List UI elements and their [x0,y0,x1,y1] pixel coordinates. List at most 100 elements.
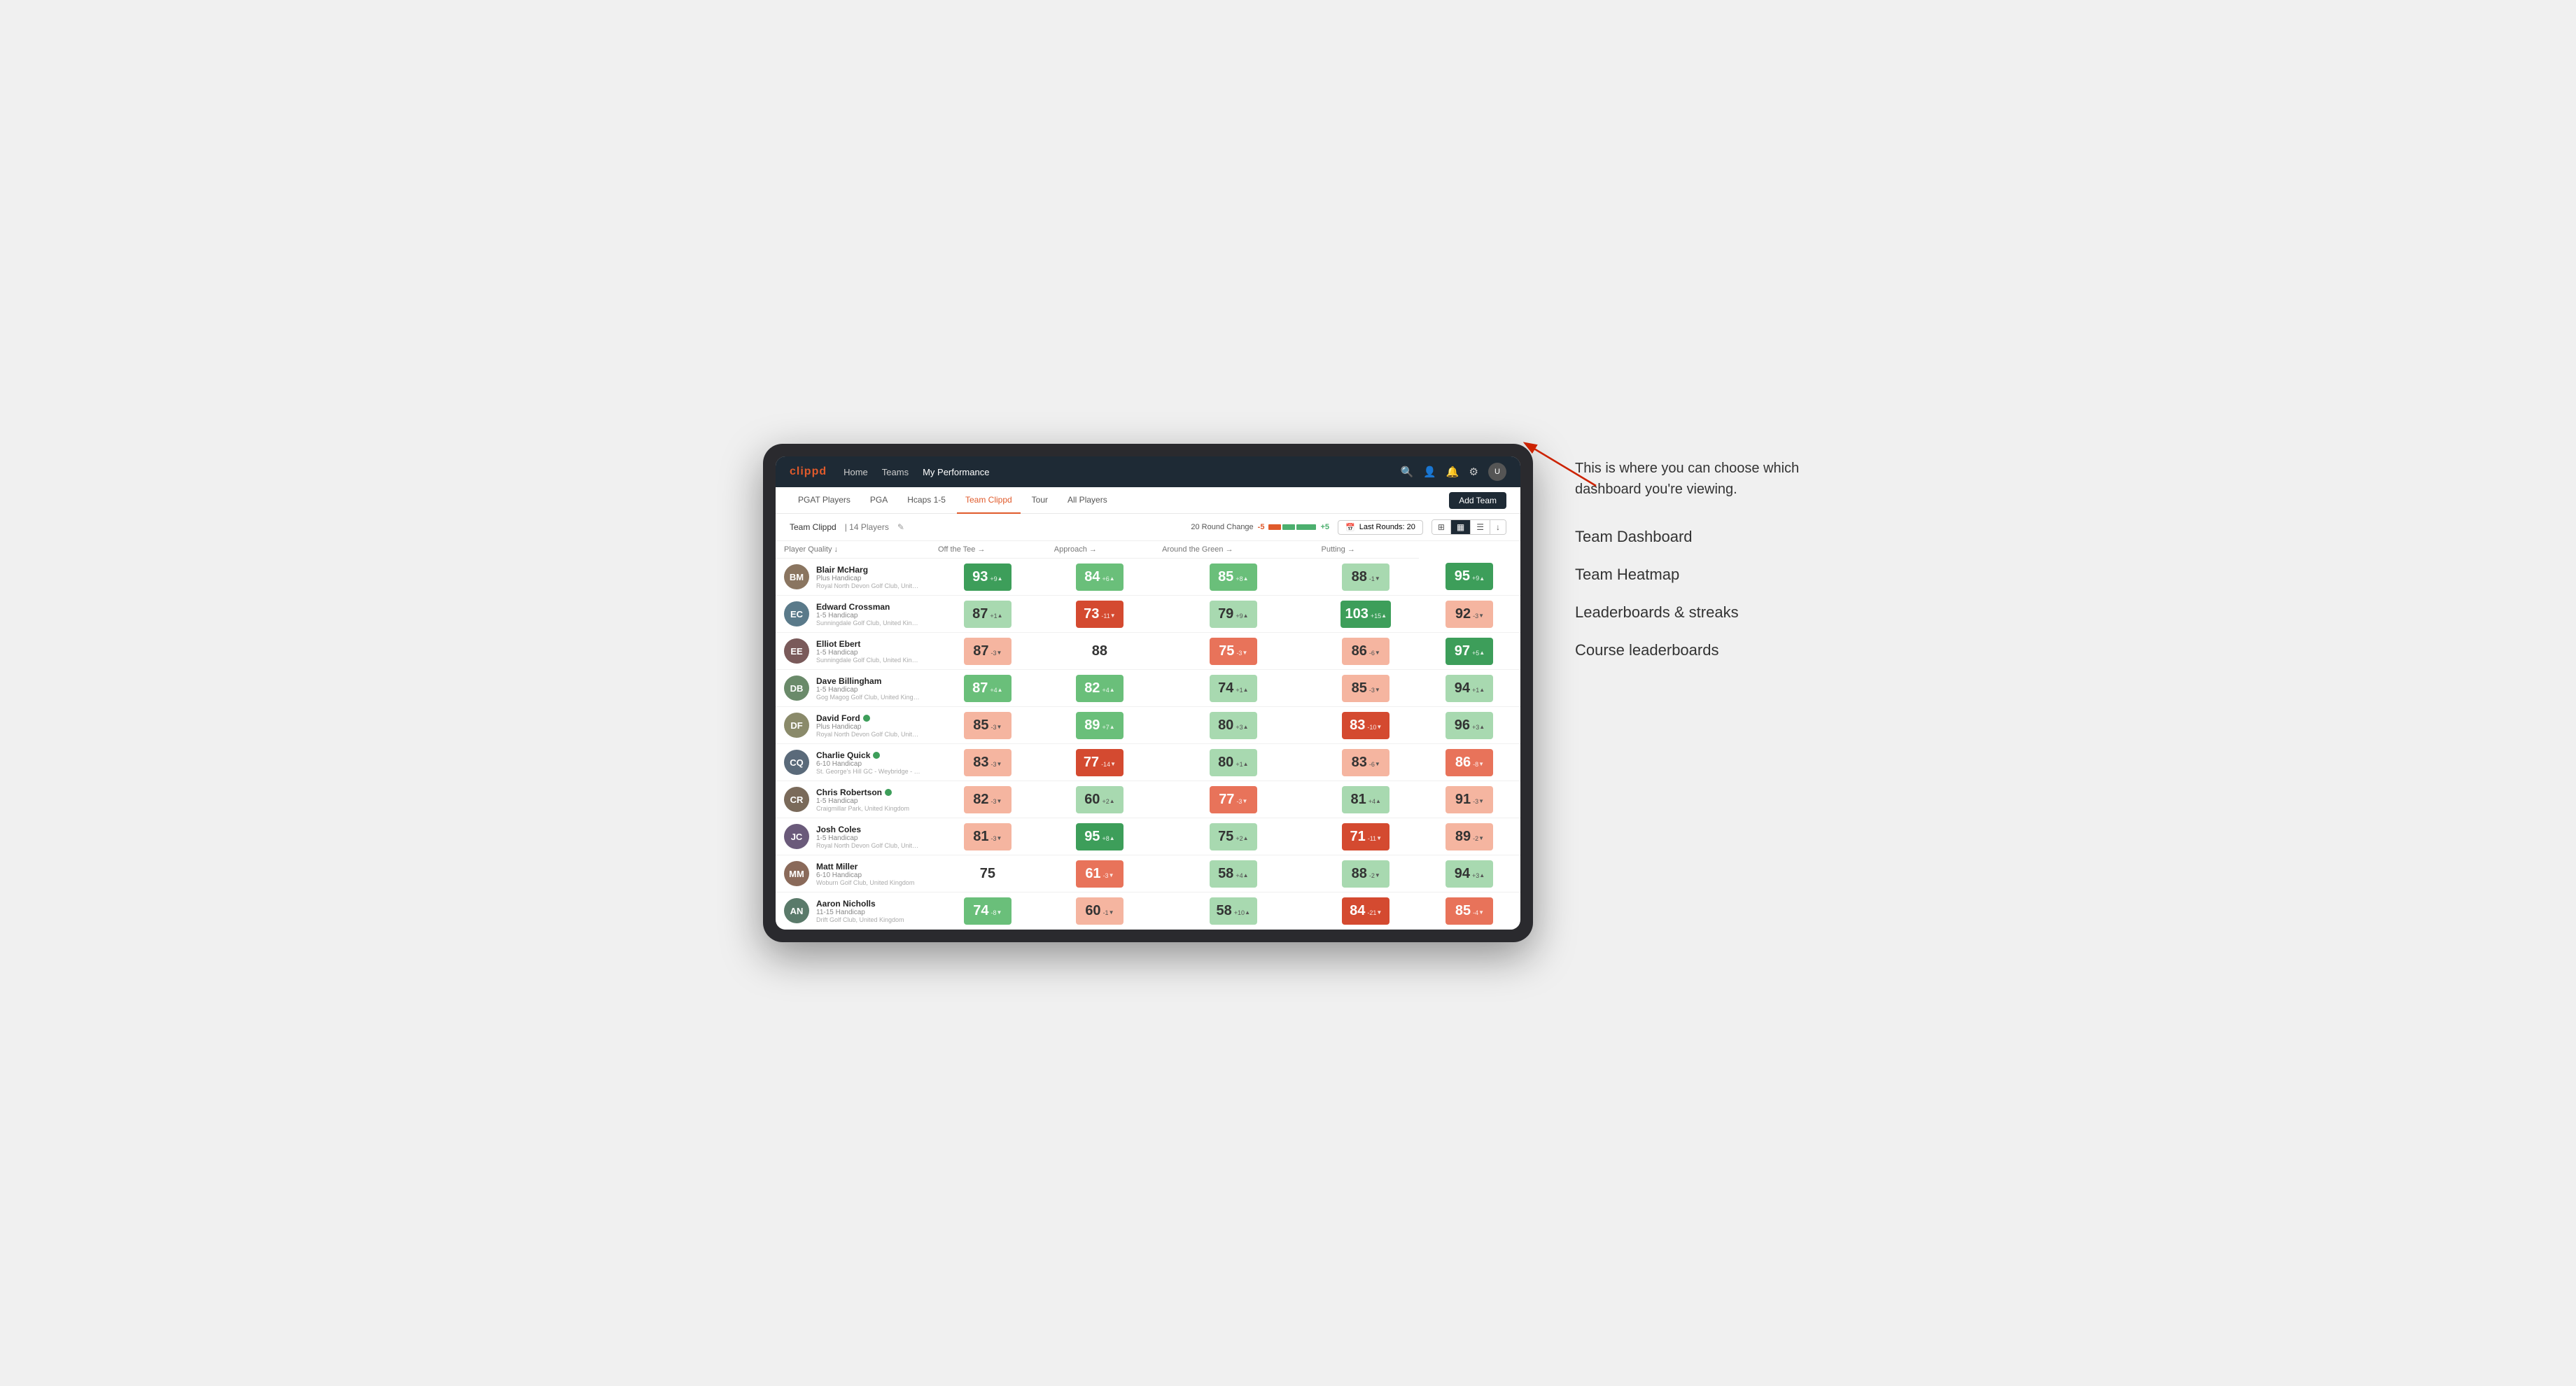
menu-item-label[interactable]: Team Heatmap [1575,566,1813,584]
sub-nav-tour[interactable]: Tour [1023,487,1056,514]
bell-icon[interactable]: 🔔 [1446,465,1460,478]
user-avatar[interactable]: U [1488,463,1506,481]
nav-link-teams[interactable]: Teams [882,464,909,480]
score-change-1-3: +15▲ [1371,612,1387,620]
score-value-2-4: 97 [1455,643,1470,659]
th-around-green[interactable]: Around the Green → [1154,541,1312,559]
player-club-9: Drift Golf Club, United Kingdom [816,916,904,923]
score-box-9-3: 84 -21▼ [1342,897,1390,925]
team-header: Team Clippd | 14 Players ✎ 20 Round Chan… [776,514,1520,541]
table-row[interactable]: CQ Charlie Quick 6-10 Handicap St. Georg… [776,744,1520,781]
score-box-8-3: 88 -2▼ [1342,860,1390,888]
player-avatar-0: BM [784,564,809,589]
sub-nav-all-players[interactable]: All Players [1059,487,1116,514]
table-row[interactable]: MM Matt Miller 6-10 Handicap Woburn Golf… [776,855,1520,892]
score-cell-0-3: 88 -1▼ [1313,559,1419,596]
search-icon[interactable]: 🔍 [1400,465,1413,478]
table-row[interactable]: DF David Ford Plus Handicap Royal North … [776,707,1520,744]
score-box-6-1: 60 +2▲ [1076,786,1124,813]
score-cell-3-2: 74 +1▲ [1154,670,1312,707]
th-approach[interactable]: Approach → [1046,541,1154,559]
player-avatar-9: AN [784,898,809,923]
score-value-1-4: 92 [1455,606,1471,622]
score-value-4-3: 83 [1350,718,1365,734]
player-club-5: St. George's Hill GC - Weybridge - Surre… [816,768,921,775]
table-row[interactable]: CR Chris Robertson 1-5 Handicap Craigmil… [776,781,1520,818]
nav-link-home[interactable]: Home [844,464,868,480]
table-row[interactable]: EC Edward Crossman 1-5 Handicap Sunningd… [776,596,1520,633]
th-player-quality[interactable]: Player Quality ↓ [776,541,930,559]
player-club-7: Royal North Devon Golf Club, United King… [816,842,921,849]
th-putting[interactable]: Putting → [1313,541,1419,559]
score-value-7-4: 89 [1455,829,1471,845]
settings-icon[interactable]: ⚙ [1469,465,1478,478]
score-box-3-4: 94 +1▲ [1446,675,1493,702]
person-icon[interactable]: 👤 [1423,465,1436,478]
edit-icon[interactable]: ✎ [897,522,904,532]
menu-item-label[interactable]: Course leaderboards [1575,641,1813,659]
menu-item-label[interactable]: Leaderboards & streaks [1575,603,1813,622]
score-box-2-4: 97 +5▲ [1446,638,1493,665]
th-off-tee[interactable]: Off the Tee → [930,541,1046,559]
player-handicap-0: Plus Handicap [816,575,921,582]
score-box-7-3: 71 -11▼ [1342,823,1390,850]
score-cell-9-4: 85 -4▼ [1419,892,1520,930]
sub-nav-hcaps[interactable]: Hcaps 1-5 [899,487,954,514]
table-row[interactable]: AN Aaron Nicholls 11-15 Handicap Drift G… [776,892,1520,930]
score-box-0-2: 85 +8▲ [1210,564,1257,591]
sub-nav-pgat[interactable]: PGAT Players [790,487,859,514]
score-change-8-1: -3▼ [1103,872,1114,879]
score-change-7-1: +8▲ [1102,835,1114,842]
nav-link-my-performance[interactable]: My Performance [923,464,989,480]
heatmap-view-button[interactable]: ▦ [1451,520,1471,534]
player-info-4: DF David Ford Plus Handicap Royal North … [776,707,930,743]
score-cell-9-1: 60 -1▼ [1046,892,1154,930]
menu-item-label[interactable]: Team Dashboard [1575,528,1813,546]
table-row[interactable]: JC Josh Coles 1-5 Handicap Royal North D… [776,818,1520,855]
table-row[interactable]: EE Elliot Ebert 1-5 Handicap Sunningdale… [776,633,1520,670]
score-cell-4-4: 96 +3▲ [1419,707,1520,744]
table-row[interactable]: BM Blair McHarg Plus Handicap Royal Nort… [776,559,1520,596]
last-rounds-label: Last Rounds: 20 [1359,523,1415,531]
page-wrapper: clippd Home Teams My Performance 🔍 👤 🔔 ⚙… [763,444,1813,942]
last-rounds-button[interactable]: 📅 Last Rounds: 20 [1338,520,1423,535]
score-box-7-1: 95 +8▲ [1076,823,1124,850]
bar-red [1268,524,1281,530]
player-club-2: Sunningdale Golf Club, United Kingdom [816,657,921,664]
table-row[interactable]: DB Dave Billingham 1-5 Handicap Gog Mago… [776,670,1520,707]
player-details-6: Chris Robertson 1-5 Handicap Craigmillar… [816,788,909,812]
download-button[interactable]: ↓ [1490,520,1506,534]
score-change-6-3: +4▲ [1368,798,1381,805]
sub-nav-pga[interactable]: PGA [862,487,896,514]
sub-nav-team-clippd[interactable]: Team Clippd [957,487,1021,514]
grid-view-button[interactable]: ⊞ [1432,520,1451,534]
score-cell-5-4: 86 -8▼ [1419,744,1520,781]
score-cell-3-3: 85 -3▼ [1313,670,1419,707]
score-cell-3-4: 94 +1▲ [1419,670,1520,707]
player-handicap-9: 11-15 Handicap [816,909,904,916]
score-box-3-2: 74 +1▲ [1210,675,1257,702]
nav-links: Home Teams My Performance [844,464,1383,480]
score-value-5-2: 80 [1218,755,1233,771]
list-view-button[interactable]: ☰ [1471,520,1490,534]
player-details-9: Aaron Nicholls 11-15 Handicap Drift Golf… [816,899,904,923]
score-change-4-1: +7▲ [1102,724,1114,731]
player-club-0: Royal North Devon Golf Club, United King… [816,582,921,589]
score-box-0-0: 93 +9▲ [964,564,1011,591]
score-cell-6-0: 82 -3▼ [930,781,1046,818]
score-box-0-4: 95 +9▲ [1446,563,1493,590]
score-cell-5-3: 83 -6▼ [1313,744,1419,781]
score-box-1-1: 73 -11▼ [1076,601,1124,628]
score-change-9-0: -8▼ [991,909,1002,916]
player-details-0: Blair McHarg Plus Handicap Royal North D… [816,565,921,589]
score-box-3-1: 82 +4▲ [1076,675,1124,702]
score-box-4-0: 85 -3▼ [964,712,1011,739]
add-team-button[interactable]: Add Team [1449,492,1506,509]
score-cell-2-2: 75 -3▼ [1154,633,1312,670]
score-box-5-2: 80 +1▲ [1210,749,1257,776]
score-value-5-4: 86 [1455,755,1471,771]
player-avatar-1: EC [784,601,809,626]
score-value-7-1: 95 [1084,829,1100,845]
score-change-3-2: +1▲ [1236,687,1248,694]
score-value-0-3: 88 [1352,569,1367,585]
